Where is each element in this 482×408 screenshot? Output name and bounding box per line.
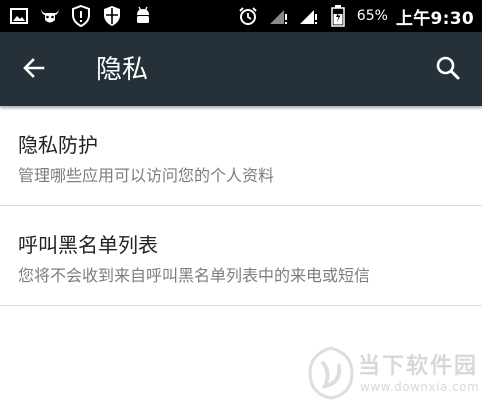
list-item-title: 呼叫黑名单列表 xyxy=(18,233,158,257)
call-blacklist-item[interactable]: 呼叫黑名单列表 您将不会收到来自呼叫黑名单列表中的来电或短信 xyxy=(0,206,482,306)
search-button[interactable] xyxy=(428,50,468,90)
clock: 上午9:30 xyxy=(395,8,474,29)
watermark: 当下软件园 www.downxia.com xyxy=(300,342,480,406)
signal-icon xyxy=(267,5,289,27)
arrow-left-icon xyxy=(22,56,46,84)
system-status: 65% 上午9:30 xyxy=(237,0,474,32)
watermark-logo-icon xyxy=(308,346,354,400)
app-bar: 隐私 xyxy=(0,32,482,106)
shield-alert-icon xyxy=(70,5,92,27)
page-title: 隐私 xyxy=(96,55,149,85)
bull-icon xyxy=(39,5,61,27)
battery-percent: 65% xyxy=(356,8,388,24)
list-item-title: 隐私防护 xyxy=(18,133,98,157)
privacy-protection-item[interactable]: 隐私防护 管理哪些应用可以访问您的个人资料 xyxy=(0,106,482,206)
list-item-subtitle: 管理哪些应用可以访问您的个人资料 xyxy=(18,166,275,185)
watermark-text: 当下软件园 xyxy=(358,354,479,379)
status-bar: 65% 上午9:30 xyxy=(0,0,482,32)
battery-icon xyxy=(327,5,349,27)
image-icon xyxy=(8,5,30,27)
settings-list: 隐私防护 管理哪些应用可以访问您的个人资料 呼叫黑名单列表 您将不会收到来自呼叫… xyxy=(0,106,482,306)
android-icon xyxy=(132,5,154,27)
shield-icon xyxy=(101,5,123,27)
search-icon xyxy=(435,55,461,85)
notification-icons xyxy=(8,4,154,28)
alarm-icon xyxy=(237,5,259,27)
signal-icon xyxy=(297,5,319,27)
list-item-subtitle: 您将不会收到来自呼叫黑名单列表中的来电或短信 xyxy=(18,266,371,285)
watermark-url: www.downxia.com xyxy=(360,380,480,394)
back-button[interactable] xyxy=(14,50,54,90)
